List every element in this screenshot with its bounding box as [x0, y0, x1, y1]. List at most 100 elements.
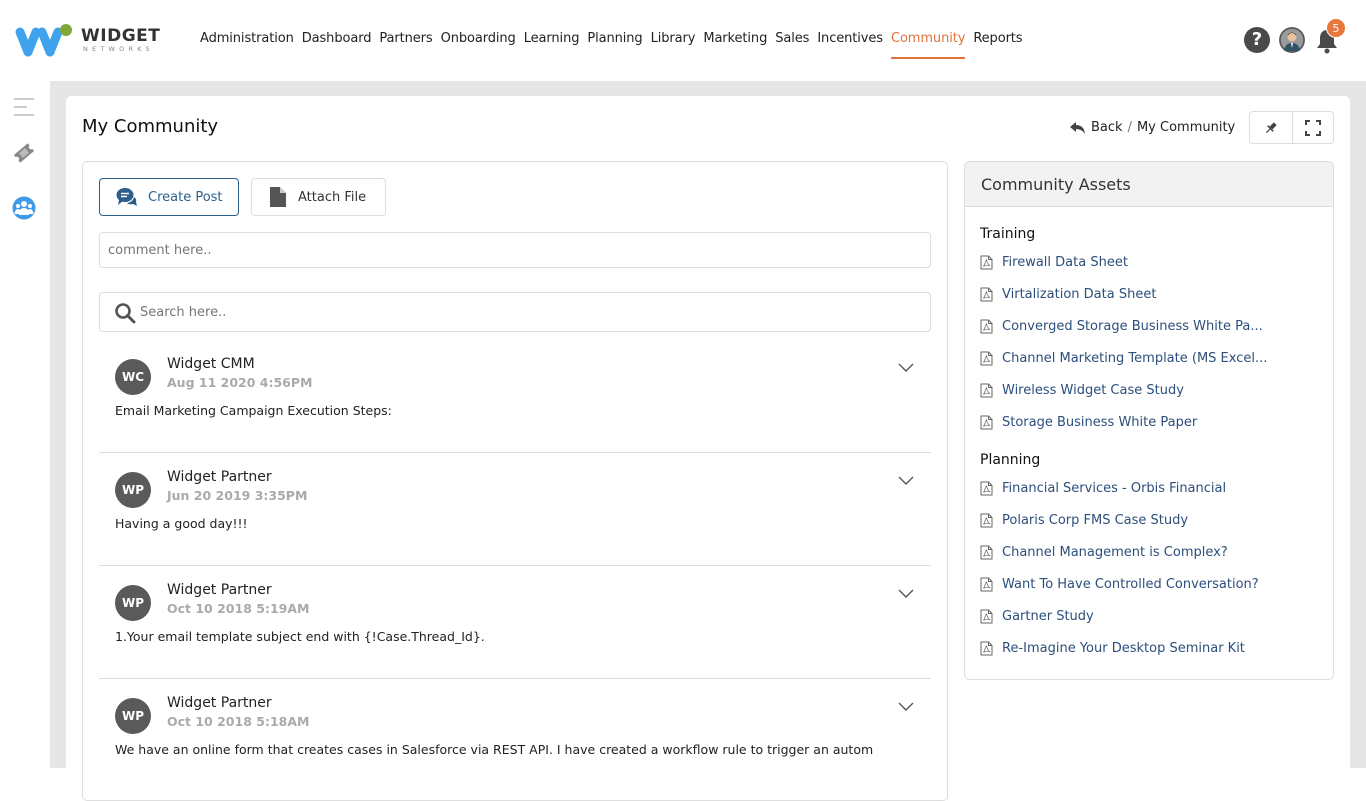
post-avatar: WP — [115, 472, 151, 508]
post-timestamp: Aug 11 2020 4:56PM — [167, 375, 313, 390]
post-author[interactable]: Widget Partner — [167, 469, 272, 485]
asset-link[interactable]: Financial Services - Orbis Financial — [980, 481, 1226, 496]
asset-link-label: Firewall Data Sheet — [1002, 255, 1128, 270]
asset-link-label: Channel Marketing Template (MS Excel... — [1002, 351, 1268, 366]
nav-library[interactable]: Library — [647, 0, 700, 81]
pdf-file-icon — [980, 319, 993, 334]
nav-planning[interactable]: Planning — [583, 0, 646, 81]
asset-link[interactable]: Virtalization Data Sheet — [980, 287, 1156, 302]
comment-input[interactable] — [99, 232, 931, 268]
chevron-down-icon[interactable] — [897, 362, 915, 374]
chat-bubbles-icon — [116, 188, 137, 206]
post-timestamp: Jun 20 2019 3:35PM — [167, 488, 308, 503]
asset-link-label: Virtalization Data Sheet — [1002, 287, 1157, 302]
post-body: We have an online form that creates case… — [115, 742, 874, 757]
attach-file-button[interactable]: Attach File — [251, 178, 386, 216]
asset-link[interactable]: Want To Have Controlled Conversation? — [980, 577, 1259, 592]
asset-link[interactable]: Channel Marketing Template (MS Excel... — [980, 351, 1267, 366]
back-link[interactable]: Back — [1070, 120, 1123, 135]
pdf-file-icon — [980, 287, 993, 302]
brand-tagline: NETWORKS — [83, 45, 154, 53]
asset-link[interactable]: Gartner Study — [980, 609, 1094, 624]
pdf-file-icon — [980, 415, 993, 430]
asset-link-label: Channel Management is Complex? — [1002, 545, 1228, 560]
chevron-down-icon[interactable] — [897, 701, 915, 713]
pdf-file-icon — [980, 545, 993, 560]
search-input[interactable] — [140, 293, 920, 331]
notifications-count-badge: 5 — [1326, 18, 1346, 38]
pdf-file-icon — [980, 255, 993, 270]
asset-link[interactable]: Converged Storage Business White Pa... — [980, 319, 1263, 334]
pin-button[interactable] — [1250, 112, 1292, 143]
breadcrumb-current: My Community — [1136, 120, 1236, 135]
user-profile-icon — [1279, 27, 1305, 53]
pdf-file-icon — [980, 641, 993, 656]
create-post-button[interactable]: Create Post — [99, 178, 239, 216]
help-icon[interactable]: ? — [1244, 27, 1270, 53]
hamburger-menu-icon — [14, 98, 34, 116]
assets-title: Community Assets — [965, 162, 1333, 207]
asset-link-label: Re-Imagine Your Desktop Seminar Kit — [1002, 641, 1245, 656]
chevron-down-icon[interactable] — [897, 475, 915, 487]
sidebar-toggle-button[interactable] — [13, 97, 35, 117]
nav-onboarding[interactable]: Onboarding — [437, 0, 520, 81]
community-assets-panel: Community Assets Training Planning Firew… — [964, 161, 1334, 680]
pdf-file-icon — [980, 577, 993, 592]
reply-arrow-icon — [1070, 121, 1085, 134]
workspace: My Community Back / My Community Create … — [50, 81, 1366, 801]
nav-sales[interactable]: Sales — [771, 0, 813, 81]
nav-community[interactable]: Community — [887, 0, 969, 81]
nav-learning[interactable]: Learning — [520, 0, 584, 81]
file-icon — [270, 187, 286, 207]
nav-administration[interactable]: Administration — [196, 0, 298, 81]
post-body: Having a good day!!! — [115, 516, 248, 531]
community-card: My Community Back / My Community Create … — [66, 96, 1350, 801]
sidebar-item-community[interactable] — [12, 196, 36, 220]
asset-link[interactable]: Wireless Widget Case Study — [980, 383, 1184, 398]
pdf-file-icon — [980, 513, 993, 528]
fullscreen-button[interactable] — [1291, 112, 1334, 143]
search-box — [99, 292, 931, 332]
asset-section-heading: Training — [980, 226, 1036, 242]
post-item: WP Widget Partner Oct 10 2018 5:19AM 1.Y… — [99, 566, 931, 679]
nav-marketing[interactable]: Marketing — [699, 0, 771, 81]
page-title: My Community — [82, 116, 219, 137]
post-avatar: WP — [115, 698, 151, 734]
widget-logo-icon — [15, 24, 72, 57]
asset-link-label: Polaris Corp FMS Case Study — [1002, 513, 1189, 528]
search-icon — [115, 303, 136, 324]
back-label: Back — [1091, 120, 1123, 135]
pdf-file-icon — [980, 383, 993, 398]
asset-link-label: Storage Business White Paper — [1002, 415, 1198, 430]
user-avatar[interactable] — [1279, 27, 1305, 53]
post-author[interactable]: Widget CMM — [167, 356, 255, 372]
asset-link[interactable]: Channel Management is Complex? — [980, 545, 1228, 560]
asset-link-label: Want To Have Controlled Conversation? — [1002, 577, 1259, 592]
asset-link[interactable]: Polaris Corp FMS Case Study — [980, 513, 1188, 528]
asset-link[interactable]: Re-Imagine Your Desktop Seminar Kit — [980, 641, 1245, 656]
create-post-label: Create Post — [148, 189, 223, 205]
top-navigation-bar: WIDGET NETWORKS Administration Dashboard… — [0, 0, 1366, 81]
asset-link-label: Financial Services - Orbis Financial — [1002, 481, 1227, 496]
post-item: WC Widget CMM Aug 11 2020 4:56PM Email M… — [99, 340, 931, 453]
asset-link[interactable]: Firewall Data Sheet — [980, 255, 1128, 270]
main-nav: Administration Dashboard Partners Onboar… — [196, 0, 1026, 81]
ticket-icon — [13, 143, 35, 163]
view-tools — [1249, 111, 1334, 144]
pdf-file-icon — [980, 351, 993, 366]
sidebar-item-tickets[interactable] — [11, 140, 37, 166]
breadcrumb-separator: / — [1127, 120, 1132, 135]
nav-reports[interactable]: Reports — [969, 0, 1026, 81]
nav-partners[interactable]: Partners — [375, 0, 436, 81]
nav-dashboard[interactable]: Dashboard — [298, 0, 376, 81]
post-author[interactable]: Widget Partner — [167, 582, 272, 598]
post-avatar: WP — [115, 585, 151, 621]
chevron-down-icon[interactable] — [897, 588, 915, 600]
asset-link-label: Gartner Study — [1002, 609, 1094, 624]
nav-incentives[interactable]: Incentives — [813, 0, 887, 81]
breadcrumb: Back / My Community — [1070, 120, 1235, 135]
post-avatar: WC — [115, 359, 151, 395]
brand-logo[interactable]: WIDGET NETWORKS — [14, 20, 160, 60]
post-author[interactable]: Widget Partner — [167, 695, 272, 711]
asset-link[interactable]: Storage Business White Paper — [980, 415, 1197, 430]
